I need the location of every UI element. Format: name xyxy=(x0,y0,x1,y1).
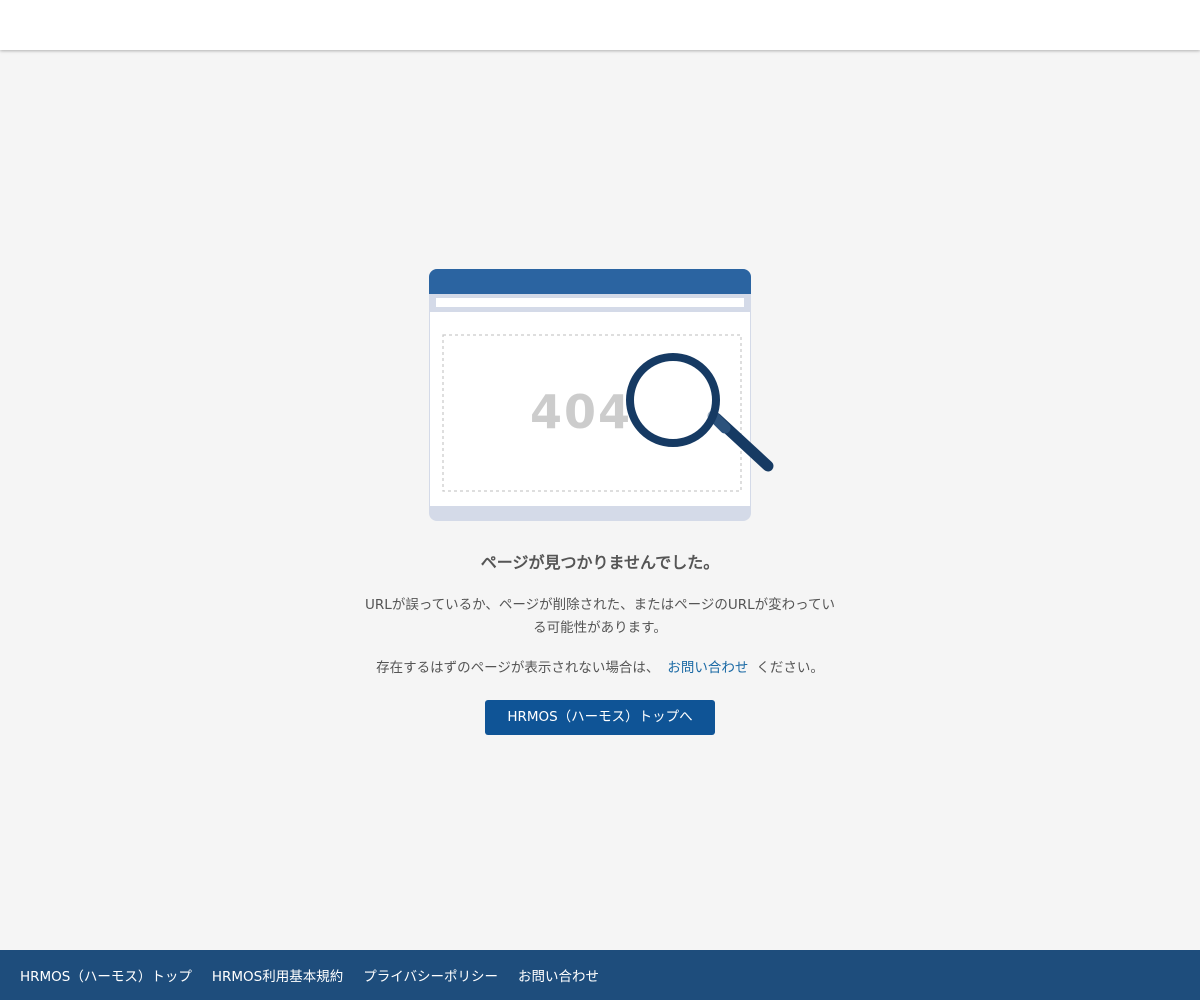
footer: HRMOS（ハーモス）トップ HRMOS利用基本規約 プライバシーポリシー お問… xyxy=(0,950,1200,1000)
footer-item: HRMOS（ハーモス）トップ xyxy=(20,965,192,985)
error-description: URLが誤っているか、ページが削除された、またはページのURLが変わっている可能… xyxy=(365,597,835,636)
not-found-illustration: 404 xyxy=(428,268,774,524)
footer-item: プライバシーポリシー xyxy=(363,965,498,985)
contact-line: 存在するはずのページが表示されない場合は、 お問い合わせ ください。 xyxy=(0,657,1200,680)
error-code-text: 404 xyxy=(530,385,632,439)
contact-prefix-text: 存在するはずのページが表示されない場合は、 xyxy=(376,660,660,676)
back-to-top-button[interactable]: HRMOS（ハーモス）トップへ xyxy=(485,700,715,735)
footer-nav: HRMOS（ハーモス）トップ HRMOS利用基本規約 プライバシーポリシー お問… xyxy=(20,950,599,1000)
footer-link-privacy[interactable]: プライバシーポリシー xyxy=(363,969,498,985)
footer-link-hrmos-top[interactable]: HRMOS（ハーモス）トップ xyxy=(20,969,192,985)
footer-link-terms[interactable]: HRMOS利用基本規約 xyxy=(212,969,343,985)
page-title: ページが見つかりませんでした。 xyxy=(480,553,720,572)
contact-suffix-text: ください。 xyxy=(756,660,824,676)
main-content: 404 ページが見つかりませんでした。 URLが誤っているか、ページが削除された… xyxy=(0,50,1200,950)
top-header xyxy=(0,0,1200,50)
footer-item: お問い合わせ xyxy=(518,965,599,985)
footer-link-contact[interactable]: お問い合わせ xyxy=(518,969,599,985)
footer-item: HRMOS利用基本規約 xyxy=(212,965,343,985)
contact-link[interactable]: お問い合わせ xyxy=(667,660,748,676)
